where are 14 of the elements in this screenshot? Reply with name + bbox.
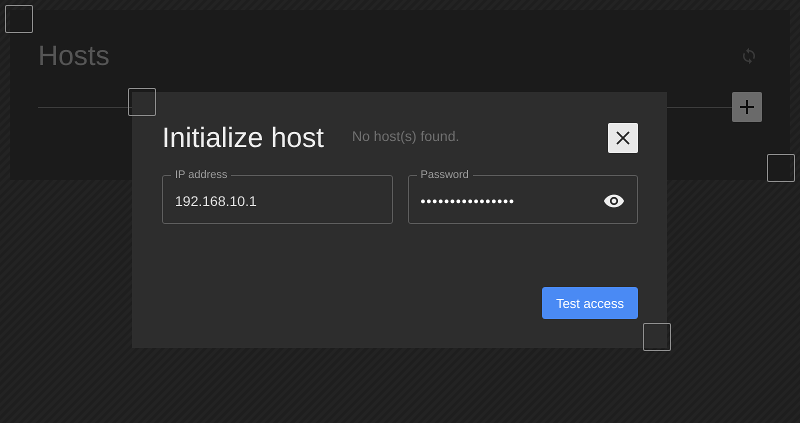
- add-button[interactable]: [732, 92, 762, 122]
- dialog-title: Initialize host: [162, 122, 324, 154]
- square-outline: [128, 88, 156, 116]
- close-icon: [615, 130, 631, 146]
- square-outline: [5, 5, 33, 33]
- square-outline: [767, 154, 795, 182]
- empty-message: No host(s) found.: [352, 128, 460, 144]
- password-field[interactable]: Password ••••••••••••••••: [408, 169, 638, 224]
- close-button[interactable]: [608, 123, 638, 153]
- square-outline: [643, 323, 671, 351]
- page-title: Hosts: [38, 40, 110, 72]
- eye-icon[interactable]: [603, 192, 625, 208]
- ip-address-field[interactable]: IP address 192.168.10.1: [162, 169, 392, 224]
- plus-icon: [739, 99, 755, 115]
